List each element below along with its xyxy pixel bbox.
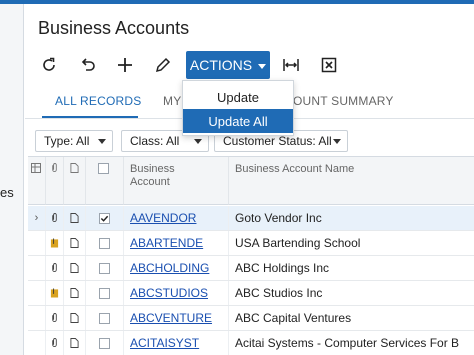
edit-icon	[155, 57, 171, 73]
business-account-link[interactable]: ABCVENTURE	[130, 311, 212, 325]
table-row[interactable]: ABCSTUDIOS ABC Studios Inc	[28, 281, 474, 306]
business-account-header[interactable]: Business Account	[124, 157, 229, 205]
menu-item-update[interactable]: Update	[183, 85, 293, 109]
row-checkbox[interactable]	[99, 212, 110, 224]
note-icon[interactable]	[70, 312, 79, 324]
table-row[interactable]: ACITAISYST Acitai Systems - Computer Ser…	[28, 331, 474, 355]
undo-icon	[81, 58, 95, 71]
main-panel: Business Accounts ACTIONS ALL RECORDS MY…	[25, 4, 474, 355]
edit-button[interactable]	[149, 52, 177, 78]
chevron-down-icon	[98, 139, 106, 144]
business-account-link[interactable]: ABCHOLDING	[130, 261, 209, 275]
paperclip-icon	[52, 163, 57, 173]
select-column-header[interactable]	[86, 157, 124, 205]
business-account-name: Goto Vendor Inc	[235, 211, 322, 225]
business-account-link[interactable]: AAVENDOR	[130, 211, 196, 225]
chevron-down-icon	[194, 139, 202, 144]
business-account-name: Acitai Systems - Computer Services For B	[235, 336, 460, 350]
note-column-header	[64, 157, 86, 205]
undo-button[interactable]	[73, 52, 101, 78]
table-row[interactable]: › AAVENDOR Goto Vendor Inc	[28, 206, 474, 231]
row-checkbox[interactable]	[99, 237, 110, 249]
excel-export-button[interactable]	[315, 52, 343, 78]
add-icon	[118, 58, 132, 72]
excel-export-icon	[321, 57, 337, 73]
note-icon[interactable]	[70, 287, 79, 299]
actions-button[interactable]: ACTIONS	[186, 51, 270, 79]
business-account-name: USA Bartending School	[235, 236, 361, 250]
select-all-checkbox[interactable]	[98, 163, 109, 174]
grid-settings-icon	[31, 163, 41, 173]
fit-columns-icon	[283, 59, 299, 71]
type-filter-label: Type: All	[44, 134, 90, 148]
refresh-button[interactable]	[35, 52, 63, 78]
sidebar-item-label[interactable]: es	[0, 185, 14, 200]
chevron-down-icon	[258, 63, 267, 69]
table-row[interactable]: ABCHOLDING ABC Holdings Inc	[28, 256, 474, 281]
business-account-name: ABC Holdings Inc	[235, 261, 330, 275]
note-icon[interactable]	[70, 262, 79, 274]
menu-item-update-all[interactable]: Update All	[183, 109, 293, 133]
checkmark-icon	[100, 215, 109, 222]
paperclip-icon[interactable]	[50, 212, 59, 224]
row-checkbox[interactable]	[99, 337, 110, 349]
paperclip-icon[interactable]	[50, 337, 59, 349]
fit-columns-button[interactable]	[277, 52, 305, 78]
chevron-down-icon	[333, 139, 341, 144]
note-icon[interactable]	[70, 337, 79, 349]
tab-account-summary[interactable]: OUNT SUMMARY	[293, 94, 394, 108]
customer-status-filter-label: Customer Status: All	[223, 134, 332, 148]
business-account-link[interactable]: ABCSTUDIOS	[130, 286, 208, 300]
note-icon[interactable]	[70, 237, 79, 249]
business-account-name-header[interactable]: Business Account Name	[229, 157, 474, 205]
sidebar: es	[0, 4, 24, 355]
actions-menu: Update Update All	[182, 80, 294, 136]
business-account-name: ABC Studios Inc	[235, 286, 323, 300]
add-button[interactable]	[111, 52, 139, 78]
class-filter-label: Class: All	[130, 134, 180, 148]
business-account-name: ABC Capital Ventures	[235, 311, 352, 325]
row-checkbox[interactable]	[99, 287, 110, 299]
paperclip-file-icon[interactable]	[50, 287, 59, 299]
business-account-link[interactable]: ABARTENDE	[130, 236, 203, 250]
paperclip-icon[interactable]	[50, 312, 59, 324]
row-checkbox[interactable]	[99, 262, 110, 274]
table-row[interactable]: ABCVENTURE ABC Capital Ventures	[28, 306, 474, 331]
table-row[interactable]: ABARTENDE USA Bartending School	[28, 231, 474, 256]
grid-settings-header[interactable]	[28, 157, 46, 205]
attachment-column-header	[46, 157, 64, 205]
business-account-name-header-label: Business Account Name	[235, 163, 355, 175]
accounts-grid: Business Account Business Account Name ›…	[28, 156, 474, 355]
business-account-header-label: Business Account	[130, 163, 175, 188]
row-expand-icon[interactable]: ›	[35, 212, 39, 224]
note-icon[interactable]	[70, 212, 79, 224]
paperclip-file-icon[interactable]	[50, 237, 59, 249]
refresh-icon	[43, 57, 55, 71]
business-account-link[interactable]: ACITAISYST	[130, 336, 199, 350]
tab-all-records[interactable]: ALL RECORDS	[55, 94, 141, 108]
row-checkbox[interactable]	[99, 312, 110, 324]
page-title: Business Accounts	[38, 18, 190, 38]
actions-button-label: ACTIONS	[189, 57, 253, 73]
type-filter[interactable]: Type: All	[35, 130, 113, 152]
note-icon	[70, 163, 79, 173]
paperclip-icon[interactable]	[50, 262, 59, 274]
